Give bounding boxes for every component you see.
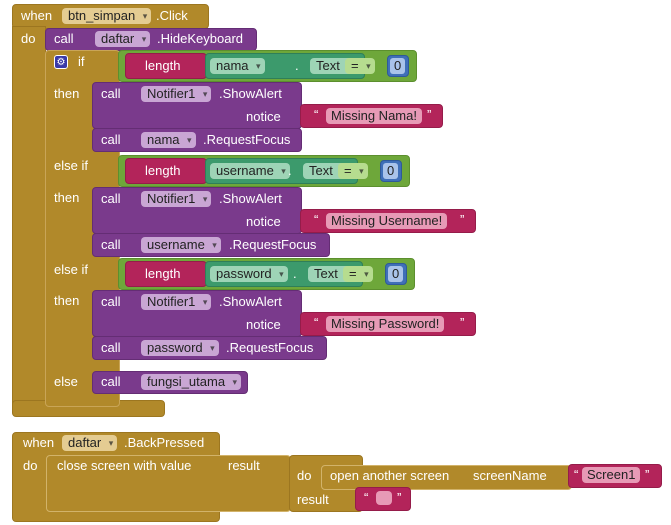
- number-field[interactable]: 0: [383, 163, 399, 179]
- component-dropdown[interactable]: password: [210, 266, 288, 282]
- elseif-label: else if: [54, 158, 88, 173]
- method-name: .RequestFocus: [226, 340, 314, 355]
- notifier-dropdown[interactable]: Notifier1: [141, 294, 212, 310]
- component-dropdown[interactable]: username: [141, 237, 221, 253]
- component-dropdown[interactable]: username: [210, 163, 290, 179]
- string-field[interactable]: Missing Username!: [326, 213, 448, 229]
- call-label: call: [101, 191, 121, 206]
- call-label: call: [101, 132, 121, 147]
- method-name: .ShowAlert: [219, 294, 282, 309]
- length-label: length: [145, 58, 181, 73]
- string-field[interactable]: Screen1: [582, 467, 641, 483]
- quote-open: “: [314, 315, 319, 330]
- dot: .: [295, 58, 299, 73]
- length-label: length: [145, 266, 181, 281]
- when-label: when: [23, 435, 55, 450]
- call-label: call: [101, 374, 121, 389]
- then-label: then: [54, 293, 80, 308]
- method-name: .ShowAlert: [219, 86, 282, 101]
- operator-dropdown[interactable]: =: [338, 163, 368, 179]
- quote-close: ”: [460, 315, 465, 330]
- notifier-dropdown[interactable]: Notifier1: [141, 191, 212, 207]
- quote-close: ”: [427, 107, 432, 122]
- component-dropdown[interactable]: password: [141, 340, 219, 356]
- method-name: .HideKeyboard: [157, 31, 243, 46]
- dot: .: [288, 163, 292, 178]
- notice-label: notice: [246, 214, 281, 229]
- quote-open: “: [364, 490, 369, 505]
- number-field[interactable]: 0: [388, 266, 404, 282]
- method-name: .ShowAlert: [219, 191, 282, 206]
- call-label: call: [101, 86, 121, 101]
- when-label: when: [21, 8, 53, 23]
- event-name: .BackPressed: [124, 435, 205, 450]
- dot: .: [293, 266, 297, 281]
- else-label: else: [54, 374, 78, 389]
- open-screen-label: open another screen: [330, 468, 450, 483]
- screenname-label: screenName: [473, 468, 547, 483]
- operator-dropdown[interactable]: =: [343, 266, 373, 282]
- procedure-dropdown[interactable]: fungsi_utama: [141, 374, 242, 390]
- method-name: .RequestFocus: [203, 132, 291, 147]
- event-body-rail: [12, 26, 46, 416]
- do-label: do: [21, 31, 36, 46]
- quote-close: ”: [460, 212, 465, 227]
- call-label: call: [54, 31, 74, 46]
- number-field[interactable]: 0: [390, 58, 406, 74]
- quote-open: “: [574, 467, 579, 482]
- call-label: call: [101, 294, 121, 309]
- call-label: call: [101, 237, 121, 252]
- method-name: .RequestFocus: [229, 237, 317, 252]
- quote-close: ”: [645, 467, 650, 482]
- string-field[interactable]: Missing Password!: [326, 316, 445, 332]
- notifier-dropdown[interactable]: Notifier1: [141, 86, 212, 102]
- call-label: call: [101, 340, 121, 355]
- component-dropdown[interactable]: nama: [210, 58, 265, 74]
- do-label: do: [297, 468, 312, 483]
- then-label: then: [54, 190, 80, 205]
- close-screen-label: close screen with value: [57, 458, 192, 473]
- notice-label: notice: [246, 317, 281, 332]
- if-label: if: [78, 54, 85, 69]
- string-field[interactable]: Missing Nama!: [326, 108, 422, 124]
- quote-open: “: [314, 107, 319, 122]
- do-label: do: [23, 458, 38, 473]
- quote-close: ”: [397, 490, 402, 505]
- notice-label: notice: [246, 109, 281, 124]
- operator-dropdown[interactable]: =: [345, 58, 375, 74]
- elseif-label: else if: [54, 262, 88, 277]
- component-dropdown[interactable]: daftar: [62, 435, 118, 451]
- event-name: .Click: [156, 8, 188, 23]
- component-dropdown[interactable]: nama: [141, 132, 196, 148]
- then-label: then: [54, 86, 80, 101]
- length-label: length: [145, 163, 181, 178]
- result-label: result: [297, 492, 329, 507]
- quote-open: “: [314, 212, 319, 227]
- component-dropdown[interactable]: btn_simpan: [62, 8, 152, 24]
- component-dropdown[interactable]: daftar: [95, 31, 151, 47]
- gear-icon[interactable]: ⚙: [54, 55, 68, 69]
- string-field[interactable]: [376, 491, 392, 505]
- result-label: result: [228, 458, 260, 473]
